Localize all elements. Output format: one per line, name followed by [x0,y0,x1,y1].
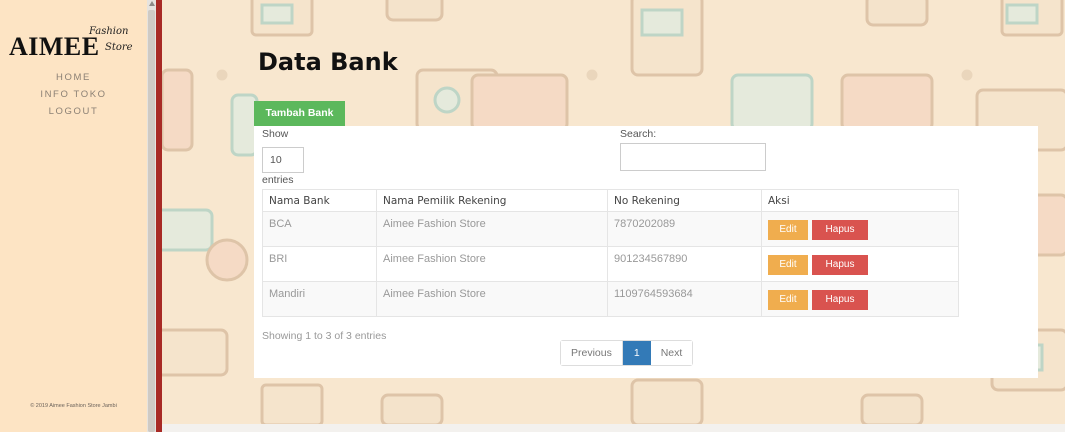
cell-account-number: 901234567890 [607,246,762,282]
delete-button[interactable]: Hapus [812,290,868,310]
pagination-page-1[interactable]: 1 [622,341,651,365]
pagination-next[interactable]: Next [650,341,693,365]
show-label: Show [262,128,289,140]
cell-actions: Edit Hapus [761,281,959,317]
pagination-previous[interactable]: Previous [561,341,623,365]
sidebar-item-home[interactable]: HOME [0,72,147,89]
page-title: Data Bank [258,48,398,76]
brand-tagline-store: Store [105,42,133,53]
table-row: BCA Aimee Fashion Store 7870202089 Edit H… [262,211,959,247]
bank-table: Nama Bank Nama Pemilik Rekening No Reken… [262,189,959,317]
brand-tagline-fashion: Fashion [89,26,129,37]
column-header-nama-bank[interactable]: Nama Bank [262,189,377,212]
cell-actions: Edit Hapus [761,246,959,282]
search-input[interactable] [620,143,766,171]
pagination: Previous 1 Next [560,340,694,366]
cell-bank: BCA [262,211,377,247]
entries-label: entries [262,174,294,186]
sidebar-item-logout[interactable]: LOGOUT [0,106,147,123]
column-header-aksi: Aksi [761,189,959,212]
cell-account-number: 1109764593684 [607,281,762,317]
sidebar-item-info-toko[interactable]: INFO TOKO [0,89,147,106]
edit-button[interactable]: Edit [768,255,808,275]
sidebar-footer: © 2019 Aimee Fashion Store Jambi [30,403,117,409]
column-header-nama-pemilik[interactable]: Nama Pemilik Rekening [376,189,608,212]
search-label: Search: [620,128,657,140]
table-row: BRI Aimee Fashion Store 901234567890 Edi… [262,246,959,282]
table-info: Showing 1 to 3 of 3 entries [262,330,387,342]
brand-name: AIMEE [9,32,100,61]
table-header-row: Nama Bank Nama Pemilik Rekening No Reken… [262,189,959,212]
sidebar-scrollbar-thumb[interactable] [148,10,155,432]
delete-button[interactable]: Hapus [812,220,868,240]
cell-owner: Aimee Fashion Store [376,281,608,317]
cell-account-number: 7870202089 [607,211,762,247]
sidebar-nav: HOME INFO TOKO LOGOUT [0,72,147,123]
main-bottom-strip [162,424,1065,432]
edit-button[interactable]: Edit [768,290,808,310]
main-content: Data Bank Tambah Bank Show 10 entries Se… [162,0,1065,432]
cell-bank: Mandiri [262,281,377,317]
scroll-up-arrow-icon[interactable] [149,1,155,6]
bank-table-panel: Show 10 entries Search: Nama Bank Nama P… [254,126,1038,378]
cell-owner: Aimee Fashion Store [376,246,608,282]
cell-actions: Edit Hapus [761,211,959,247]
cell-owner: Aimee Fashion Store [376,211,608,247]
cell-bank: BRI [262,246,377,282]
entries-length-select[interactable]: 10 [262,147,304,173]
sidebar: AIMEE Fashion Store HOME INFO TOKO LOGOU… [0,0,147,432]
add-bank-button[interactable]: Tambah Bank [254,101,345,126]
column-header-no-rekening[interactable]: No Rekening [607,189,762,212]
table-row: Mandiri Aimee Fashion Store 110976459368… [262,281,959,317]
brand-logo[interactable]: AIMEE Fashion Store [9,26,139,66]
edit-button[interactable]: Edit [768,220,808,240]
delete-button[interactable]: Hapus [812,255,868,275]
